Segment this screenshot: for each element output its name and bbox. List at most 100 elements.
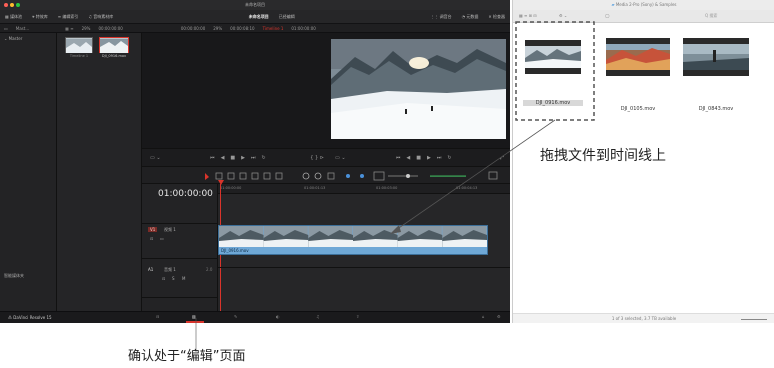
file-name: DJI_0105.mov xyxy=(620,106,656,112)
source-position-timecode: 00:00:00:00 xyxy=(180,25,206,31)
mute-icon[interactable]: M xyxy=(182,276,185,281)
program-transport-bar: ▭ ⌄ ⏮ ◀ ■ ▶ ⏭ ↻ ⤢ xyxy=(327,148,510,166)
finder-title: Media 2-Pro (Sony) & Samples xyxy=(615,2,677,7)
play-icon[interactable]: ▶ xyxy=(424,155,434,161)
tag-icon[interactable]: ◯ xyxy=(605,13,609,18)
deliver-page-icon[interactable]: ⇪ xyxy=(356,314,359,319)
project-name: 未命名项目 xyxy=(248,13,269,19)
settings-icon[interactable]: ⚙ xyxy=(497,314,501,319)
edit-index-button[interactable]: ≡ 编辑索引 xyxy=(53,14,84,20)
zoom-window-icon[interactable] xyxy=(16,3,20,7)
track-lock-icon[interactable]: ⊡ xyxy=(162,276,165,281)
timeline-selector[interactable]: Timeline 1 xyxy=(259,26,288,31)
timeline-thumbnail-image xyxy=(66,39,92,53)
program-viewer[interactable] xyxy=(327,33,510,148)
file-thumbnail xyxy=(606,38,670,76)
audio-track-header[interactable]: A1 音频 1 2.0 ⊡ S M xyxy=(142,264,218,298)
close-window-icon[interactable] xyxy=(4,3,8,7)
media-pool-button[interactable]: ▦ 媒体池 xyxy=(0,14,27,20)
track-enable-icon[interactable]: ▭ xyxy=(160,236,164,241)
fusion-page-icon[interactable]: ✎ xyxy=(234,314,237,319)
view-mode-icon[interactable]: ▦ ≡ xyxy=(61,26,77,31)
clip-frame xyxy=(263,226,309,247)
finder-file-item[interactable]: DJI_0105.mov xyxy=(605,36,671,112)
stop-icon[interactable]: ■ xyxy=(227,155,238,161)
inspector-button[interactable]: ✕ 检查器 xyxy=(483,14,510,20)
timeline-duration: 00:00:08:10 xyxy=(230,25,255,31)
loop-icon[interactable]: ↻ xyxy=(444,155,454,161)
metadata-button[interactable]: ◔ 元数据 xyxy=(457,14,484,20)
inspector-label: 检查器 xyxy=(493,13,506,19)
program-options-icon[interactable]: ▭ ⌄ xyxy=(327,155,354,161)
fairlight-page-icon[interactable]: ♫ xyxy=(316,314,320,319)
mark-in-out-icon[interactable]: { } ⊳ xyxy=(307,155,327,161)
file-name: DJI_0916.mov xyxy=(523,100,583,106)
media-item-name: Timeline 1 xyxy=(69,54,89,58)
finder-status-text: 1 of 3 selected, 3.7 TB available xyxy=(611,316,677,321)
minimize-window-icon[interactable] xyxy=(10,3,14,7)
play-reverse-icon[interactable]: ◀ xyxy=(403,155,413,161)
edit-page-icon[interactable]: ▥ xyxy=(192,314,196,319)
clip-name: DJI_0916.mov xyxy=(221,248,249,253)
app-name: ⁂ DaVinci Resolve 15 xyxy=(8,315,52,320)
master-bin-label: Master xyxy=(8,36,23,41)
previous-clip-icon[interactable]: ⏮ xyxy=(207,155,218,161)
clip-frame xyxy=(219,226,264,247)
solo-icon[interactable]: S xyxy=(172,276,175,281)
sound-library-button[interactable]: ♫ 音响素材库 xyxy=(83,14,118,20)
arrange-icon[interactable]: ⚙ ⌄ xyxy=(559,13,567,18)
next-clip-icon[interactable]: ⏭ xyxy=(434,155,445,161)
ruler-tick-label: 01:00:03:00 xyxy=(376,186,398,190)
play-icon[interactable]: ▶ xyxy=(238,155,248,161)
edited-status: 已经编辑 xyxy=(278,13,295,19)
source-viewer[interactable] xyxy=(142,33,327,148)
playhead-icon[interactable] xyxy=(218,180,224,185)
folder-icon: ▰ xyxy=(611,2,615,7)
program-zoom[interactable]: 29% xyxy=(209,26,226,31)
track-lock-icon[interactable]: ⊡ xyxy=(150,236,153,241)
icon-size-slider[interactable] xyxy=(741,318,767,320)
clip-frame xyxy=(397,226,443,247)
next-clip-icon[interactable]: ⏭ xyxy=(248,155,259,161)
view-mode-icon[interactable]: ▦ ≡ ⊞ ⊟ xyxy=(519,13,537,18)
file-thumbnail xyxy=(525,40,581,74)
media-item-clip[interactable]: DJI_0916.mov xyxy=(99,37,129,61)
video-track-header[interactable]: V1 视频 1 ⊡ ▭ xyxy=(142,223,218,259)
smart-bins-label: 智能媒体夹 xyxy=(4,273,24,278)
track-divider xyxy=(218,267,510,268)
chevron-down-icon: ⌄ xyxy=(4,36,8,41)
effects-library-button[interactable]: ⚹ 特效库 xyxy=(27,14,53,20)
video-clip[interactable]: DJI_0916.mov xyxy=(218,225,488,255)
audio-track-name: 音频 1 xyxy=(164,267,176,272)
audio-channel-format: 2.0 xyxy=(206,267,213,272)
bin-list-panel: ⌄ Master 智能媒体夹 xyxy=(0,33,57,311)
fullscreen-icon[interactable]: ⤢ xyxy=(494,155,510,161)
mixer-button[interactable]: ⋮⋮ 调音台 xyxy=(425,14,456,20)
finder-file-item[interactable]: DJI_0916.mov xyxy=(523,36,583,112)
finder-file-item[interactable]: DJI_0843.mov xyxy=(681,36,751,112)
master-bin[interactable]: ⌄ Master xyxy=(4,36,22,41)
loop-icon[interactable]: ↻ xyxy=(259,155,269,161)
clip-frame xyxy=(353,226,398,247)
media-item-timeline[interactable]: Timeline 1 xyxy=(65,37,93,61)
source-transport-bar: ▭ ⌄ ⏮ ◀ ■ ▶ ⏭ ↻ { } ⊳ xyxy=(142,148,327,166)
app-name-label: DaVinci Resolve 15 xyxy=(13,315,52,320)
timeline-area[interactable]: 01:00:00:00 01:00:01:13 01:00:03:00 01:0… xyxy=(218,180,510,311)
source-options-icon[interactable]: ▭ ⌄ xyxy=(142,155,169,161)
stop-icon[interactable]: ■ xyxy=(413,155,424,161)
sidebar-toggle-icon[interactable]: ▭ xyxy=(0,26,12,31)
program-timecode: 01:00:00:00 xyxy=(291,25,316,31)
previous-clip-icon[interactable]: ⏮ xyxy=(393,155,404,161)
timeline-timecode: 01:00:00:00 xyxy=(158,189,213,199)
color-page-icon[interactable]: ◐ xyxy=(276,314,280,319)
bin-name: Mast... xyxy=(15,25,30,31)
media-page-icon[interactable]: ⊟ xyxy=(156,314,159,319)
home-icon[interactable]: ⌂ xyxy=(482,314,485,319)
video-track-badge: V1 xyxy=(148,227,158,232)
resolve-window-title: 未命名项目 xyxy=(245,2,265,7)
source-zoom[interactable]: 29% xyxy=(78,26,95,31)
play-reverse-icon[interactable]: ◀ xyxy=(218,155,228,161)
resolve-title-bar: 未命名项目 xyxy=(0,0,510,10)
search-field[interactable]: Q 搜索 xyxy=(705,13,717,19)
timeline-ruler[interactable]: 01:00:00:00 01:00:01:13 01:00:03:00 01:0… xyxy=(218,184,510,194)
